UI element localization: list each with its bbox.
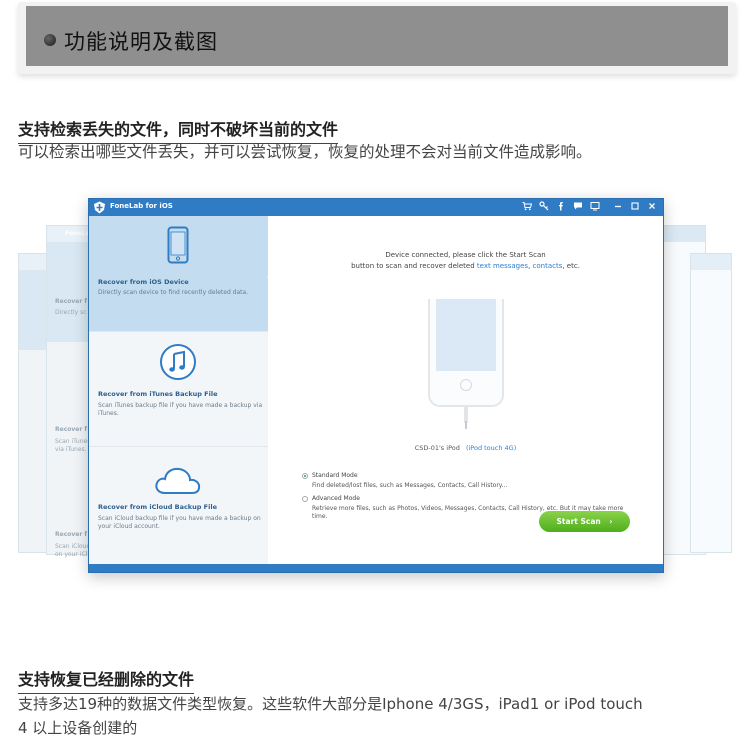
key-icon[interactable] (538, 201, 549, 213)
title-bar: FoneLab for iOS (89, 199, 663, 216)
minimize-icon[interactable] (612, 201, 623, 213)
ghost-text: via iTunes. (55, 446, 87, 453)
cart-icon[interactable] (521, 201, 532, 213)
device-name: CSD-01's iPod (414, 444, 460, 452)
cloud-icon (155, 467, 201, 494)
status-message-prefix: button to scan and recover deleted (351, 262, 477, 270)
sidebar-item-description: Directly scan device to find recently de… (98, 289, 249, 296)
standard-mode-radio[interactable] (302, 473, 308, 479)
sidebar-item-description: Scan iTunes backup file if you have made… (98, 402, 263, 417)
sidebar-item-description: Scan iCloud backup file if you have made… (98, 515, 261, 530)
status-message-line2: button to scan and recover deleted text … (268, 261, 663, 272)
main-panel: Device connected, please click the Start… (268, 216, 663, 564)
device-cable-plug (465, 421, 467, 429)
music-icon (160, 344, 196, 380)
text-messages-link[interactable]: text messages (477, 262, 528, 270)
facebook-icon[interactable] (555, 201, 566, 213)
sidebar-item-icloud-backup[interactable]: Recover from iCloud Backup File Scan iCl… (89, 446, 268, 566)
device-screen (436, 299, 496, 371)
phone-icon (167, 226, 189, 264)
ghost-text: on your iCl (55, 551, 88, 558)
start-scan-button[interactable]: Start Scan › (539, 511, 630, 532)
ghost-text: Scan iTunes (55, 438, 91, 445)
device-home-button (460, 379, 472, 391)
section2-body-line2: 4 以上设备创建的 (18, 719, 138, 737)
app-screenshot: FoneLab Recover f Directly sc Recover f … (0, 195, 750, 595)
app-logo-icon (94, 201, 105, 214)
standard-mode-description: Find deleted/lost files, such as Message… (312, 482, 508, 489)
device-model: (iPod touch 4G) (465, 444, 517, 452)
chevron-right-icon: › (609, 517, 613, 526)
ghost-window-far-right (690, 253, 732, 553)
sidebar: Recover from iOS Device Directly scan de… (89, 216, 273, 566)
status-message: Device connected, please click the Start… (268, 250, 663, 272)
section-header: 功能说明及截图 (18, 2, 736, 74)
app-window: FoneLab for iOS Recover from iOS Device … (88, 198, 664, 573)
advanced-mode-label: Advanced Mode (312, 495, 360, 502)
chat-icon[interactable] (572, 201, 583, 213)
ghost-text: Recover f (55, 531, 88, 538)
advanced-mode-radio[interactable] (302, 496, 308, 502)
ghost-text: Recover f (55, 426, 88, 433)
ghost-text: Directly sc (55, 309, 87, 316)
bottom-bar (89, 564, 663, 572)
contacts-link[interactable]: contacts (533, 262, 563, 270)
standard-mode-label: Standard Mode (312, 472, 358, 479)
device-info: CSD-01's iPod (iPod touch 4G) (268, 444, 663, 452)
window-title: FoneLab for iOS (110, 202, 173, 210)
maximize-icon[interactable] (629, 201, 640, 213)
sidebar-item-label: Recover from iTunes Backup File (98, 390, 218, 398)
ghost-text: Scan iCloud (55, 543, 91, 550)
section-header-bar: 功能说明及截图 (26, 6, 728, 66)
section2-body-line1: 支持多达19种的数据文件类型恢复。这些软件大部分是Iphone 4/3GS，iP… (18, 695, 643, 713)
start-scan-label: Start Scan (556, 517, 601, 526)
section1-body: 可以检索出哪些文件丢失，并可以尝试恢复，恢复的处理不会对当前文件造成影响。 (18, 143, 592, 161)
close-icon[interactable] (646, 201, 657, 213)
bullet-icon (44, 34, 56, 46)
sidebar-item-ios-device[interactable]: Recover from iOS Device Directly scan de… (89, 216, 273, 331)
monitor-icon[interactable] (589, 201, 600, 213)
ghost-text: Recover f (55, 298, 88, 305)
section-header-title: 功能说明及截图 (64, 30, 218, 54)
device-image (428, 299, 504, 407)
status-message-suffix: , etc. (562, 262, 580, 270)
status-message-line1: Device connected, please click the Start… (385, 251, 546, 259)
sidebar-item-itunes-backup[interactable]: Recover from iTunes Backup File Scan iTu… (89, 331, 268, 446)
section2-heading: 支持恢复已经删除的文件 (18, 666, 195, 694)
sidebar-item-label: Recover from iCloud Backup File (98, 503, 217, 511)
sidebar-item-label: Recover from iOS Device (98, 278, 189, 286)
